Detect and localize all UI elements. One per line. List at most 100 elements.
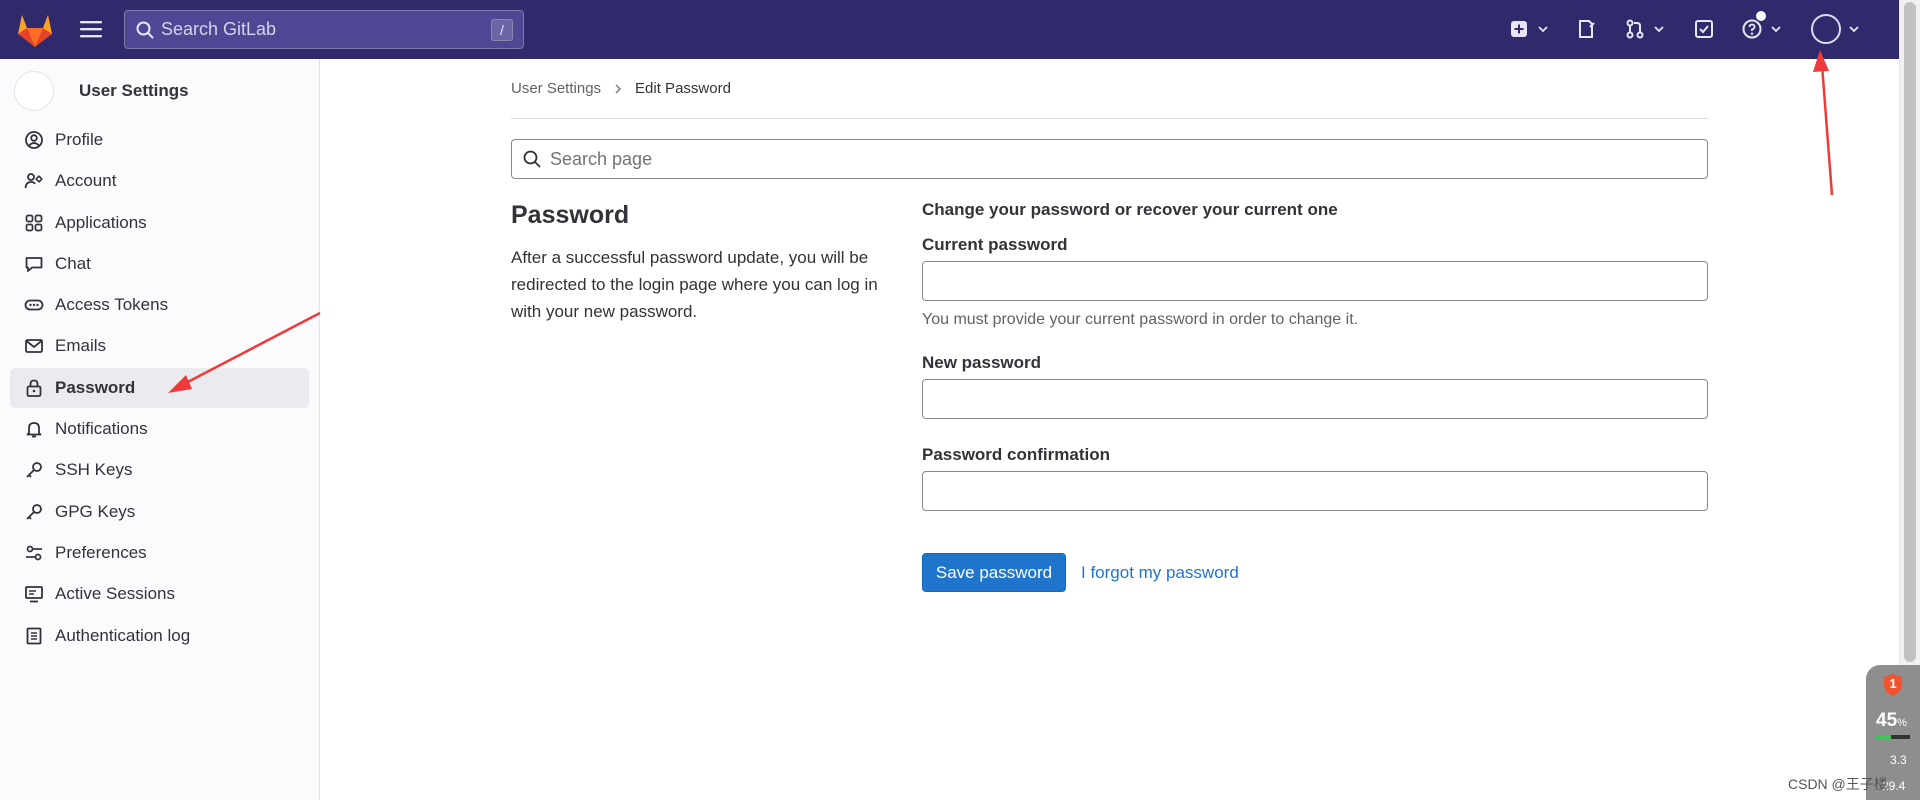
chevron-down-icon	[1771, 26, 1781, 33]
sidebar-item-label: Authentication log	[55, 625, 191, 645]
gitlab-logo-icon[interactable]	[16, 12, 54, 48]
preferences-icon	[26, 545, 42, 561]
current-password-help: You must provide your current password i…	[922, 311, 1359, 328]
plus-square-icon	[1511, 21, 1527, 37]
chevron-down-icon	[1654, 26, 1664, 33]
chevron-down-icon	[1538, 26, 1548, 33]
bell-icon	[26, 422, 42, 438]
breadcrumb-current: Edit Password	[635, 80, 731, 97]
search-icon	[523, 150, 541, 168]
avatar	[14, 71, 54, 111]
sidebar-item-label: Chat	[55, 253, 91, 273]
sidebar-item-label: Profile	[55, 130, 104, 149]
mail-icon	[25, 339, 43, 354]
applications-icon	[25, 214, 43, 231]
sidebar-item-label: SSH Keys	[55, 460, 133, 480]
cpu-percent: 45%	[1876, 710, 1907, 732]
breadcrumb-user-settings-link[interactable]: User Settings	[511, 80, 601, 97]
sidebar-item-emails[interactable]: Emails	[10, 326, 309, 366]
sidebar-item-label: Applications	[55, 212, 147, 232]
sidebar-item-label: Emails	[55, 336, 107, 356]
sidebar-item-account[interactable]: Account	[10, 161, 309, 201]
global-search-input[interactable]: Search GitLab /	[124, 10, 524, 49]
sidebar-item-access-tokens[interactable]: Access Tokens	[10, 285, 309, 325]
page-search-placeholder: Search page	[550, 148, 653, 169]
chevron-down-icon	[1849, 26, 1859, 33]
account-settings-icon	[24, 173, 43, 189]
search-placeholder: Search GitLab	[161, 19, 277, 39]
section-description: After a successful password update, you …	[511, 248, 878, 321]
new-password-field[interactable]	[922, 379, 1708, 419]
cpu-percent-value: 45	[1876, 710, 1898, 731]
chevron-right-icon	[615, 83, 622, 94]
chat-icon	[25, 256, 43, 272]
sidebar-item-label: Notifications	[55, 419, 148, 439]
save-password-button[interactable]: Save password	[922, 553, 1066, 592]
sidebar-item-password[interactable]: Password	[10, 367, 309, 408]
sidebar-item-active-sessions[interactable]: Active Sessions	[10, 574, 309, 614]
issues-icon	[1579, 20, 1595, 38]
help-button[interactable]	[1741, 11, 1783, 44]
sidebar-item-label: GPG Keys	[55, 501, 136, 521]
help-icon	[1742, 19, 1762, 39]
breadcrumb: User Settings Edit Password	[511, 80, 731, 97]
sidebar-title: User Settings	[79, 81, 189, 100]
forgot-password-link[interactable]: I forgot my password	[1081, 563, 1239, 583]
page-search-input[interactable]: Search page	[511, 139, 1708, 179]
shield-badge-count: 1	[1889, 676, 1897, 691]
monitor-icon	[25, 586, 43, 603]
sidebar-item-applications[interactable]: Applications	[10, 203, 309, 243]
top-navbar: Search GitLab /	[0, 0, 1899, 59]
user-avatar-icon	[1811, 14, 1841, 44]
sidebar-item-chat[interactable]: Chat	[10, 244, 309, 284]
password-confirmation-field[interactable]	[922, 471, 1708, 511]
hamburger-menu-icon[interactable]	[78, 16, 104, 42]
key-icon	[26, 503, 42, 520]
csdn-watermark: CSDN @王子楼	[1788, 776, 1888, 792]
search-icon	[136, 21, 154, 39]
password-form: Change your password or recover your cur…	[922, 199, 1708, 511]
cpu-bar	[1876, 735, 1910, 739]
sidebar-item-label: Preferences	[55, 542, 147, 562]
log-icon	[26, 627, 42, 644]
sidebar-item-authentication-log[interactable]: Authentication log	[10, 616, 309, 656]
todo-checkbox-icon	[1695, 20, 1713, 38]
token-icon	[24, 299, 44, 311]
sidebar-item-ssh-keys[interactable]: SSH Keys	[10, 450, 309, 490]
notification-dot	[1756, 11, 1766, 21]
current-password-label: Current password	[922, 235, 1068, 254]
merge-requests-button[interactable]	[1624, 14, 1666, 44]
breadcrumb-divider	[511, 118, 1708, 119]
sidebar-item-preferences[interactable]: Preferences	[10, 533, 309, 573]
lock-icon	[26, 379, 42, 397]
search-shortcut-key: /	[491, 19, 513, 41]
current-password-field[interactable]	[922, 261, 1708, 301]
todos-button[interactable]	[1693, 14, 1715, 44]
sidebar-item-label: Access Tokens	[55, 295, 169, 315]
sidebar-item-profile[interactable]: Profile	[10, 120, 309, 160]
sidebar-item-label: Active Sessions	[55, 584, 175, 604]
form-intro: Change your password or recover your cur…	[922, 200, 1338, 219]
new-password-label: New password	[922, 353, 1042, 372]
user-circle-icon	[25, 131, 43, 149]
user-menu-button[interactable]	[1811, 14, 1861, 44]
sidebar-nav: Profile Account Applications Chat Access…	[10, 120, 309, 657]
cpu-bar-fill	[1876, 735, 1891, 739]
avatar-annotation-arrow	[1813, 50, 1834, 196]
cpu-percent-unit: %	[1897, 717, 1907, 729]
password-confirmation-label: Password confirmation	[922, 445, 1110, 464]
scrollbar-thumb[interactable]	[1904, 2, 1916, 662]
shield-badge-icon: 1	[1882, 673, 1904, 697]
key-icon	[26, 462, 42, 479]
sidebar-header[interactable]: User Settings	[14, 71, 189, 111]
create-new-button[interactable]	[1508, 14, 1550, 44]
merge-request-icon	[1626, 19, 1644, 39]
sidebar-item-label: Account	[55, 171, 117, 191]
sidebar-item-gpg-keys[interactable]: GPG Keys	[10, 492, 309, 532]
perf-value-1: 3.3	[1890, 753, 1907, 767]
section-title: Password	[511, 201, 630, 229]
sidebar-item-label: Password	[55, 377, 136, 397]
sidebar-item-notifications[interactable]: Notifications	[10, 409, 309, 449]
user-settings-sidebar: User Settings Profile Account Applicatio…	[0, 59, 320, 800]
issues-button[interactable]	[1575, 14, 1597, 44]
